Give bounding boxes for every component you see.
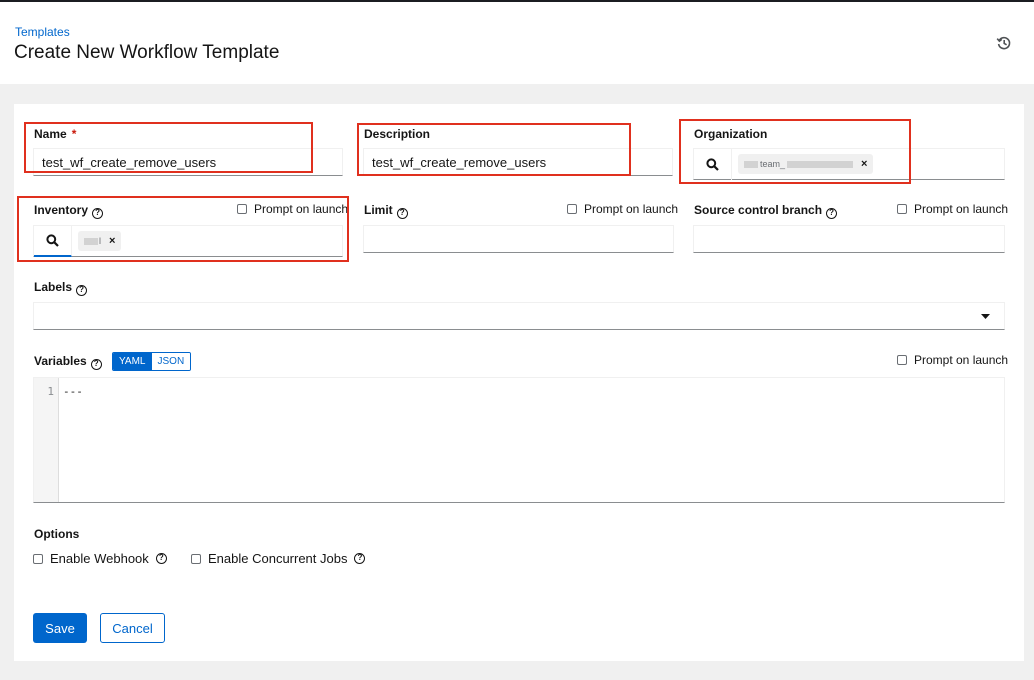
yaml-toggle-button[interactable]: YAML: [113, 353, 152, 370]
help-icon[interactable]: ?: [155, 553, 167, 564]
line-number-gutter: 1: [34, 378, 59, 502]
labels-select[interactable]: [33, 302, 1005, 330]
variables-prompt-on-launch[interactable]: Prompt on launch: [897, 353, 1008, 367]
highlight-box-organization: [679, 119, 911, 184]
enable-concurrent-jobs-checkbox[interactable]: [191, 553, 201, 564]
scm-branch-prompt-text: Prompt on launch: [914, 202, 1009, 216]
enable-concurrent-jobs-option[interactable]: Enable Concurrent Jobs ?: [191, 551, 366, 566]
help-icon[interactable]: ?: [826, 208, 838, 219]
highlight-box-description: [357, 123, 631, 176]
page-title: Create New Workflow Template: [14, 42, 280, 63]
help-icon[interactable]: ?: [354, 553, 366, 564]
variables-label: Variables?: [34, 354, 102, 370]
limit-label-text: Limit: [364, 203, 393, 217]
page-header: Templates Create New Workflow Template: [0, 2, 1034, 84]
highlight-box-name: [24, 122, 313, 173]
form-card: Name * test_wf_create_remove_users Descri…: [14, 104, 1024, 661]
limit-prompt-text: Prompt on launch: [584, 202, 679, 216]
labels-label-text: Labels: [34, 280, 73, 294]
help-icon[interactable]: ?: [396, 208, 408, 219]
enable-webhook-text: Enable Webhook: [50, 551, 149, 566]
options-heading: Options: [34, 527, 80, 541]
limit-prompt-checkbox[interactable]: [567, 204, 577, 214]
scm-branch-label: Source control branch?: [694, 203, 838, 219]
cancel-button[interactable]: Cancel: [100, 613, 165, 643]
variables-code-editor[interactable]: 1 ---: [33, 377, 1005, 503]
json-toggle-button[interactable]: JSON: [151, 353, 191, 370]
scm-branch-prompt-on-launch[interactable]: Prompt on launch: [897, 202, 1008, 216]
enable-concurrent-jobs-text: Enable Concurrent Jobs: [208, 551, 348, 566]
highlight-box-inventory: [17, 196, 349, 262]
help-icon[interactable]: ?: [90, 359, 102, 370]
enable-webhook-option[interactable]: Enable Webhook ?: [33, 551, 167, 566]
history-icon[interactable]: [996, 35, 1012, 51]
caret-down-icon[interactable]: [981, 314, 990, 319]
help-icon[interactable]: ?: [76, 285, 88, 296]
limit-input[interactable]: [363, 225, 674, 253]
save-button[interactable]: Save: [33, 613, 87, 643]
editor-content[interactable]: ---: [63, 385, 83, 398]
limit-label: Limit?: [364, 203, 408, 219]
variables-mode-toggle: YAML JSON: [112, 352, 192, 371]
breadcrumb-templates[interactable]: Templates: [15, 25, 70, 39]
variables-label-text: Variables: [34, 354, 87, 368]
enable-webhook-checkbox[interactable]: [33, 553, 43, 564]
variables-prompt-text: Prompt on launch: [914, 353, 1009, 367]
labels-label: Labels?: [34, 280, 88, 296]
scm-branch-prompt-checkbox[interactable]: [897, 204, 907, 214]
variables-prompt-checkbox[interactable]: [897, 355, 907, 365]
limit-prompt-on-launch[interactable]: Prompt on launch: [567, 202, 678, 216]
scm-branch-label-text: Source control branch: [694, 203, 823, 217]
scm-branch-input[interactable]: [693, 225, 1005, 253]
